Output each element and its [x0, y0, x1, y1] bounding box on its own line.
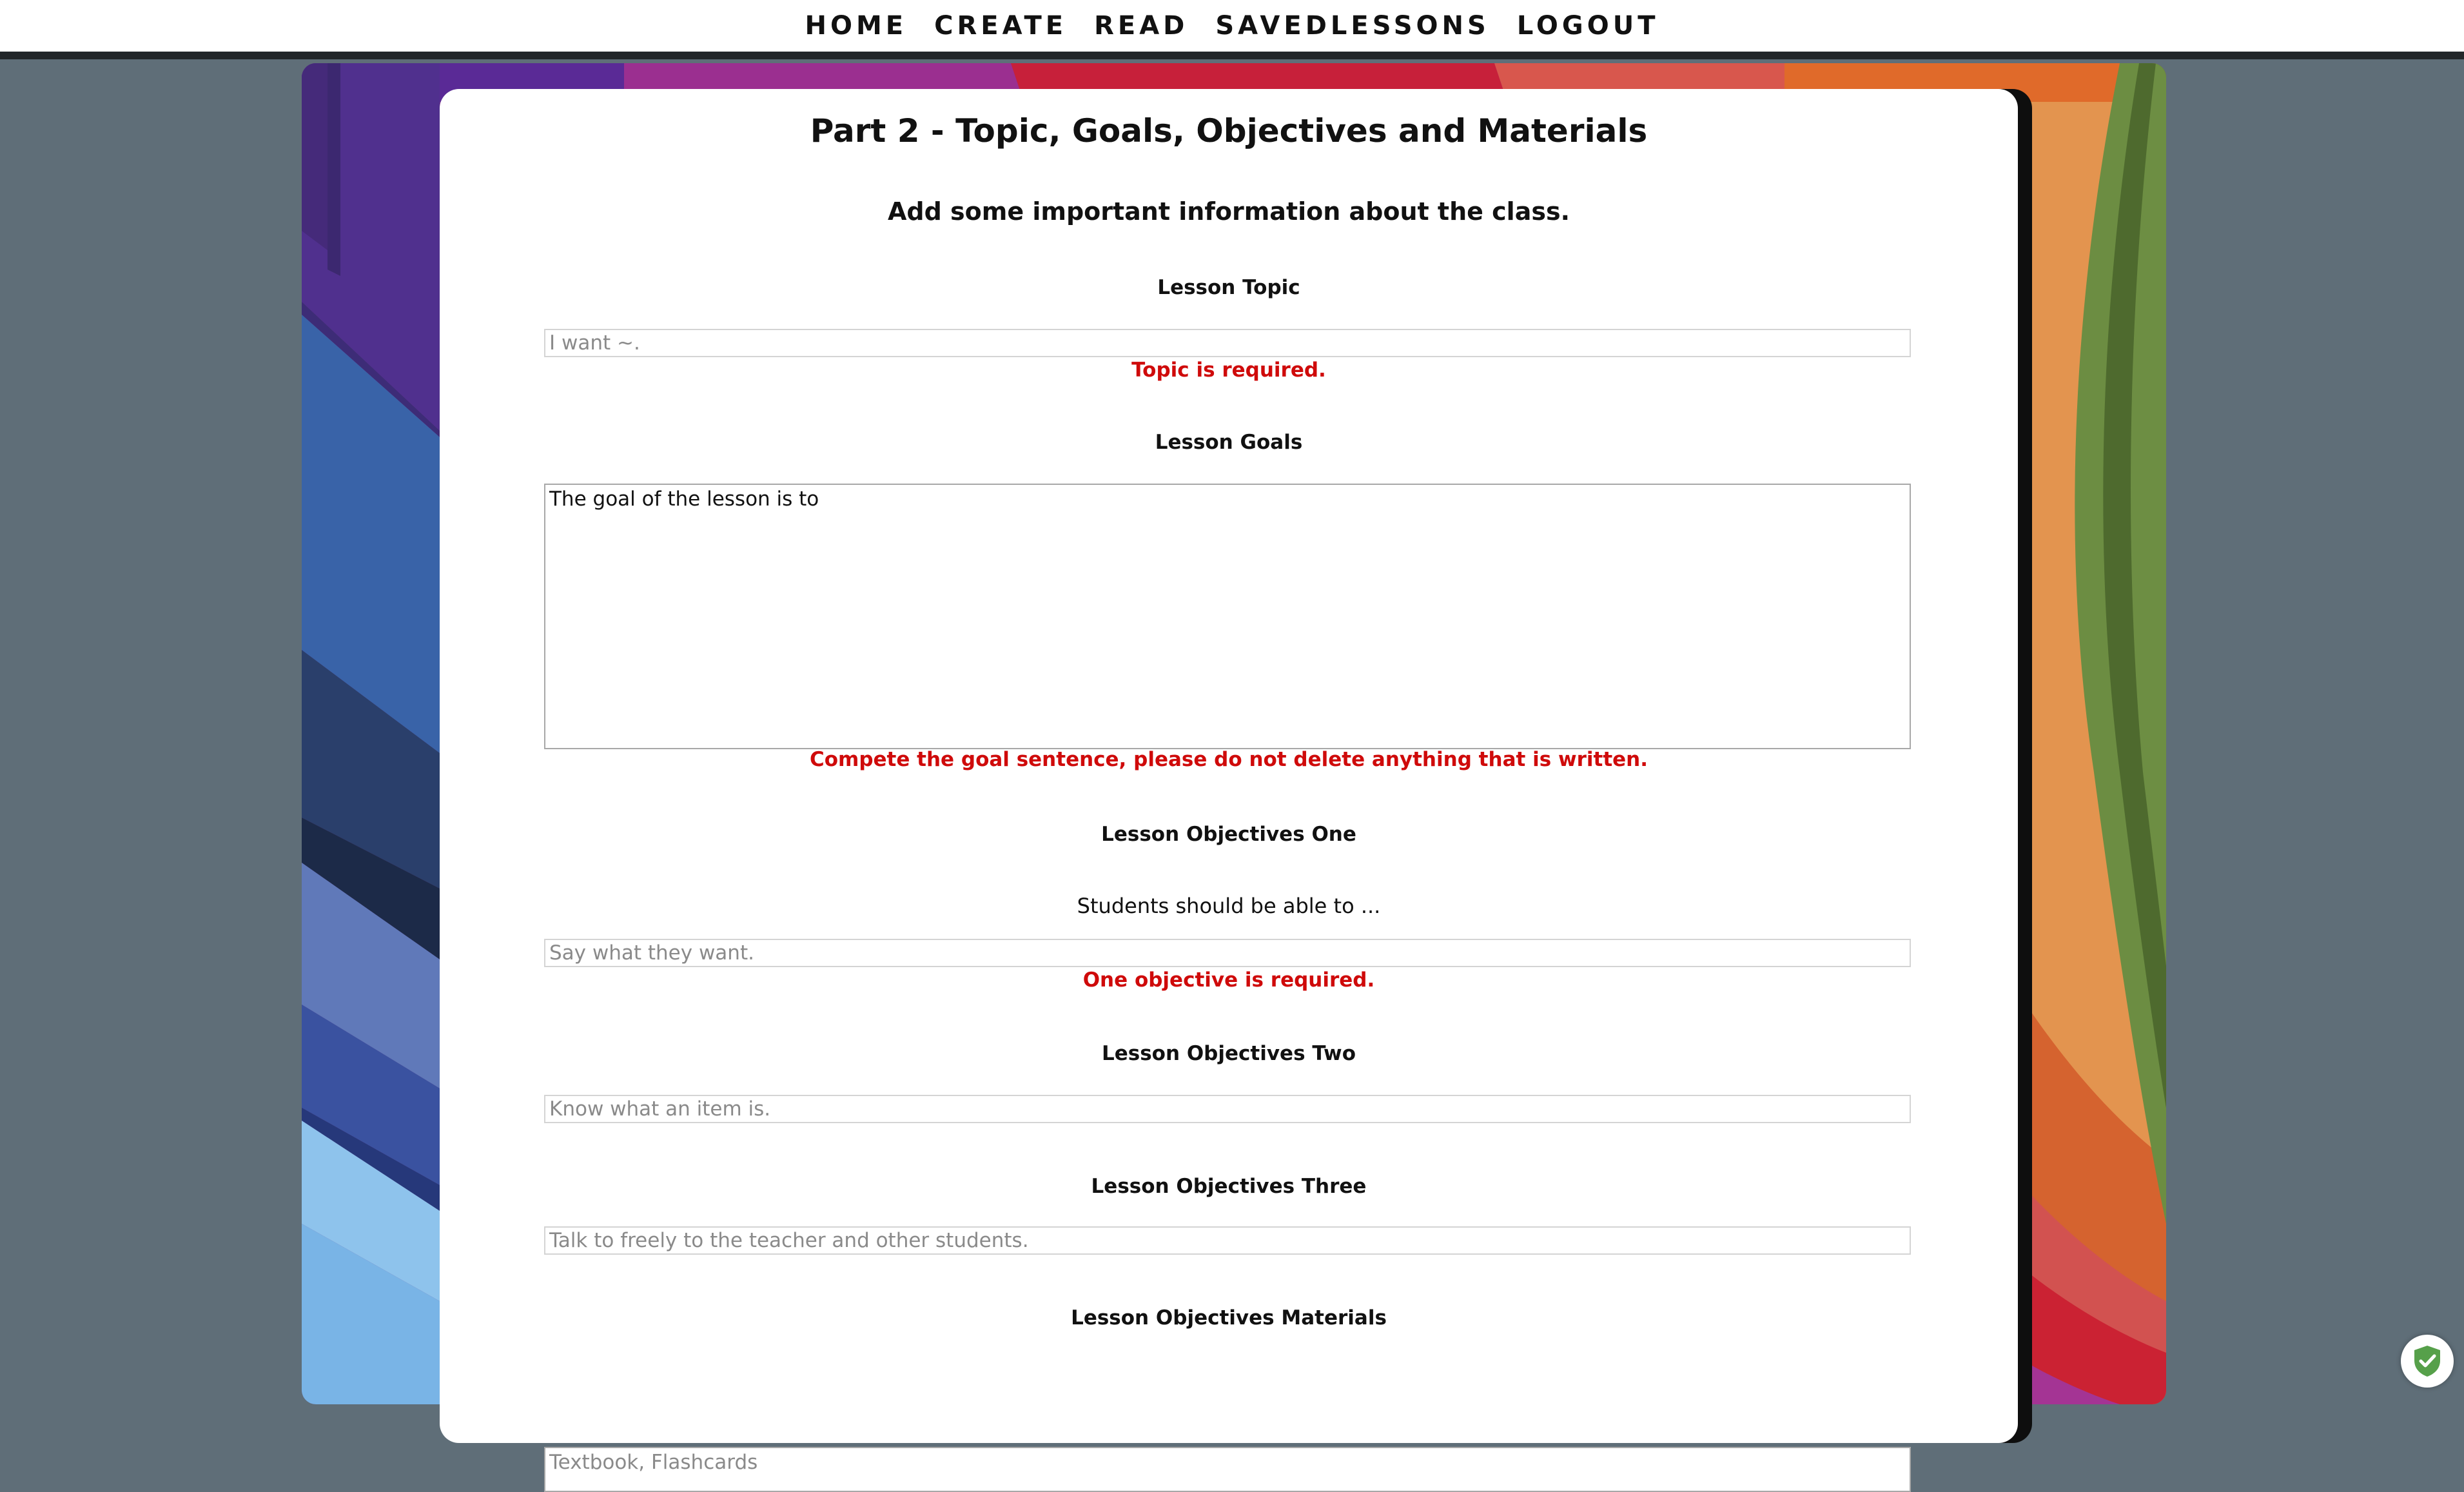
lesson-objective-one-input[interactable]	[544, 939, 1911, 967]
lesson-objective-three-label: Lesson Objectives Three	[1091, 1175, 1367, 1198]
nav-create-link[interactable]: CREATE	[934, 11, 1067, 41]
lesson-goals-label: Lesson Goals	[1155, 431, 1303, 454]
objective-error-message: One objective is required.	[1082, 968, 1375, 992]
page-title: Part 2 - Topic, Goals, Objectives and Ma…	[810, 112, 1648, 150]
lesson-materials-label: Lesson Objectives Materials	[1071, 1306, 1387, 1330]
lesson-form-card: Part 2 - Topic, Goals, Objectives and Ma…	[440, 89, 2018, 1492]
lesson-objective-one-label: Lesson Objectives One	[1101, 823, 1356, 846]
lesson-topic-input[interactable]	[544, 329, 1911, 357]
top-navigation: HOME CREATE READ SAVEDLESSONS LOGOUT	[0, 0, 2464, 59]
lesson-objective-three-input[interactable]	[544, 1226, 1911, 1255]
goals-error-message: Compete the goal sentence, please do not…	[809, 748, 1648, 771]
lesson-goals-textarea[interactable]	[544, 484, 1911, 749]
topic-error-message: Topic is required.	[1131, 358, 1326, 382]
security-badge-button[interactable]	[2401, 1335, 2454, 1388]
shield-check-icon	[2414, 1346, 2440, 1377]
objective-hint-text: Students should be able to ...	[1077, 894, 1381, 918]
form-subtitle: Add some important information about the…	[887, 197, 1570, 226]
lesson-materials-textarea[interactable]	[544, 1447, 1911, 1492]
nav-logout-link[interactable]: LOGOUT	[1517, 11, 1659, 41]
nav-saved-lessons-link[interactable]: SAVEDLESSONS	[1215, 11, 1489, 41]
nav-read-link[interactable]: READ	[1094, 11, 1188, 41]
lesson-objective-two-label: Lesson Objectives Two	[1101, 1042, 1356, 1065]
lesson-objective-two-input[interactable]	[544, 1095, 1911, 1123]
lesson-topic-label: Lesson Topic	[1157, 276, 1300, 299]
nav-home-link[interactable]: HOME	[805, 11, 908, 41]
